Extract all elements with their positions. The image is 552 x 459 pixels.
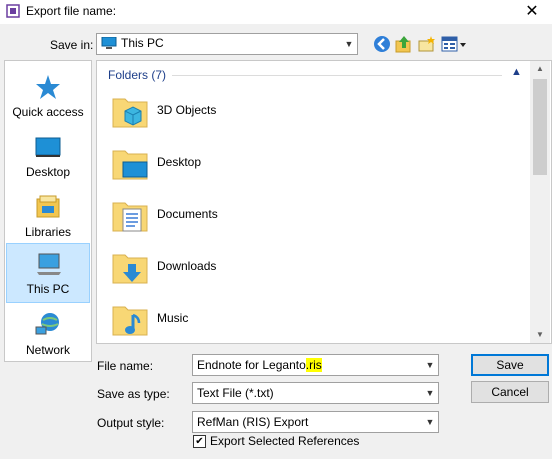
folder-name: 3D Objects: [157, 103, 217, 117]
list-item[interactable]: Desktop: [97, 137, 527, 189]
file-name-input[interactable]: Endnote for Leganto.ris ▼: [192, 354, 439, 376]
libraries-icon: [36, 195, 60, 218]
file-list-view[interactable]: Folders (7) ▲ 3D Objects Desktop Documen…: [96, 60, 552, 344]
endnote-app-icon: [6, 4, 20, 18]
collapse-group-icon[interactable]: ▲: [511, 66, 522, 78]
window-title: Export file name:: [26, 4, 117, 18]
file-name-label: File name:: [97, 359, 154, 373]
view-menu-icon[interactable]: [440, 34, 468, 54]
folder-name: Documents: [157, 207, 218, 221]
vertical-scrollbar[interactable]: ▲ ▼: [530, 61, 550, 343]
file-name-main: Endnote for Leganto: [197, 358, 306, 372]
sidebar-item-label: Libraries: [24, 225, 72, 239]
downloads-folder-icon: [112, 254, 148, 284]
new-folder-icon[interactable]: [417, 34, 437, 54]
file-name-extension-highlighted: .ris: [305, 358, 322, 372]
title-bar: Export file name: ✕: [0, 0, 552, 24]
back-arrow-icon[interactable]: [372, 34, 392, 54]
chevron-down-icon: ▼: [425, 417, 435, 427]
chevron-down-icon: ▼: [344, 39, 354, 49]
this-pc-icon: [101, 37, 117, 49]
sidebar-item-label: Desktop: [25, 165, 71, 179]
music-folder-icon: [112, 306, 148, 336]
folder-name: Music: [157, 311, 189, 325]
save-in-value: This PC: [121, 36, 164, 50]
output-style-value: RefMan (RIS) Export: [197, 415, 309, 429]
3d-objects-folder-icon: [112, 98, 148, 128]
chevron-down-icon: ▼: [425, 388, 435, 398]
group-divider: [172, 75, 502, 76]
list-item[interactable]: Downloads: [97, 241, 527, 293]
folder-name: Desktop: [157, 155, 202, 169]
scroll-down-arrow-icon[interactable]: ▼: [530, 327, 550, 343]
scroll-up-arrow-icon[interactable]: ▲: [530, 61, 550, 77]
cancel-button[interactable]: Cancel: [471, 381, 549, 403]
export-selected-label[interactable]: Export Selected References: [210, 434, 359, 448]
save-button[interactable]: Save: [471, 354, 549, 376]
save-as-type-label: Save as type:: [97, 387, 170, 401]
close-icon: ✕: [525, 3, 539, 20]
network-icon: [35, 313, 59, 335]
sidebar-item-label: This PC: [26, 282, 70, 296]
list-item[interactable]: Documents: [97, 189, 527, 241]
up-folder-icon[interactable]: [394, 34, 414, 54]
list-item[interactable]: 3D Objects: [97, 85, 527, 137]
sidebar-item-desktop[interactable]: Desktop: [6, 127, 90, 185]
save-in-dropdown[interactable]: This PC ▼: [96, 33, 358, 55]
output-style-dropdown[interactable]: RefMan (RIS) Export ▼: [192, 411, 439, 433]
navigation-sidebar: Quick access Desktop Libraries This PC N…: [4, 60, 92, 362]
sidebar-item-libraries[interactable]: Libraries: [6, 187, 90, 245]
chevron-down-icon[interactable]: ▼: [422, 355, 438, 375]
desktop-icon: [35, 137, 61, 157]
save-in-label: Save in:: [50, 38, 94, 52]
sidebar-item-network[interactable]: Network: [6, 305, 90, 363]
sidebar-item-quick-access[interactable]: Quick access: [6, 67, 90, 125]
documents-folder-icon: [112, 202, 148, 232]
sidebar-item-label: Quick access: [12, 105, 84, 119]
list-item[interactable]: Music: [97, 293, 527, 343]
close-button[interactable]: ✕: [512, 0, 552, 24]
scrollbar-thumb[interactable]: [533, 79, 547, 175]
folder-name: Downloads: [157, 259, 217, 273]
save-as-type-dropdown[interactable]: Text File (*.txt) ▼: [192, 382, 439, 404]
desktop-folder-icon: [112, 150, 148, 180]
folders-group-header[interactable]: Folders (7): [108, 68, 166, 82]
quick-access-star-icon: [36, 75, 60, 99]
this-pc-icon: [37, 253, 61, 275]
file-name-value: Endnote for Leganto.ris: [197, 358, 322, 372]
sidebar-item-label: Network: [25, 343, 70, 357]
save-as-type-value: Text File (*.txt): [197, 386, 274, 400]
output-style-label: Output style:: [97, 416, 165, 430]
sidebar-item-this-pc[interactable]: This PC: [6, 243, 90, 303]
export-selected-checkbox[interactable]: ✔: [193, 435, 206, 448]
